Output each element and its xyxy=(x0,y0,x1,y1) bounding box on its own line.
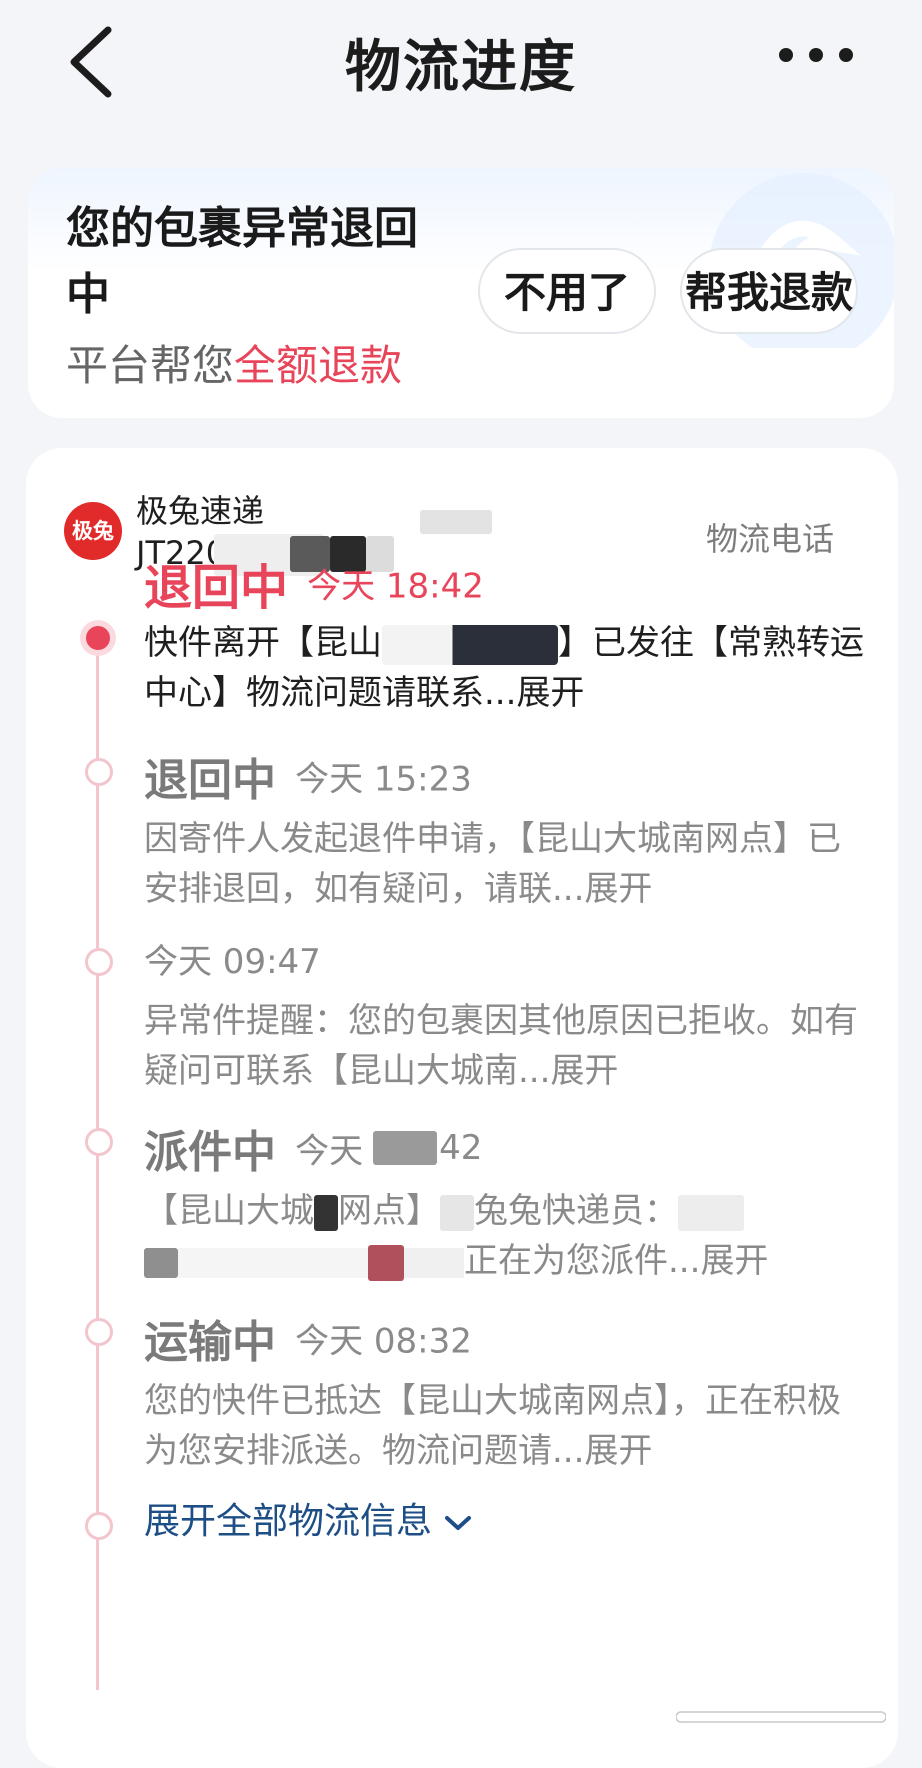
event-desc-text: 快件离开【昆山 xyxy=(144,623,382,663)
event-desc-text: 网点】 xyxy=(338,1191,440,1231)
expand-all-label: 展开全部物流信息 xyxy=(144,1501,433,1542)
timeline-dot xyxy=(85,1318,113,1346)
timeline-event[interactable]: 退回中 今天 18:42 快件离开【昆山 】已发往【常熟转运中心】物流问题请联系.… xyxy=(144,548,864,718)
decline-button[interactable]: 不用了 xyxy=(478,248,656,334)
event-desc-text: 因寄件人发起退件申请，【昆山大城南网点】已安排退回，如有疑问，请联... xyxy=(144,819,841,909)
logistics-card: 极兔 极兔速递 JT220 物流电话 退回中 今天 18:42 快件离开【昆山】… xyxy=(26,448,898,1768)
event-desc-text: 兔兔快递员： xyxy=(474,1191,678,1231)
event-description: 您的快件已抵达【昆山大城南网点】，正在积极为您安排派送。物流问题请...展开 xyxy=(144,1376,864,1476)
event-status: 派件中 xyxy=(144,1127,276,1178)
chevron-down-icon xyxy=(445,1516,472,1530)
timeline-dot xyxy=(85,948,113,976)
top-nav-bar: 物流进度 xyxy=(0,0,922,130)
timeline-dot xyxy=(85,758,113,786)
expand-link[interactable]: 展开 xyxy=(516,673,584,713)
refund-button[interactable]: 帮我退款 xyxy=(680,248,858,334)
redaction-mask xyxy=(382,624,558,665)
timeline-event[interactable]: 派件中 今天 42 【昆山大城 网点】 兔兔快递员： 正在为您派件...展开 xyxy=(144,1116,864,1286)
event-status: 运输中 xyxy=(144,1317,276,1368)
redaction-mask xyxy=(373,1131,438,1165)
event-description: 异常件提醒：您的包裹因其他原因已拒收。如有疑问可联系【昆山大城南...展开 xyxy=(144,996,864,1096)
timeline-dot xyxy=(85,1512,113,1540)
redaction-mask xyxy=(314,1194,338,1231)
redaction-mask xyxy=(440,1194,474,1231)
timeline-dot xyxy=(85,1128,113,1156)
timeline-event[interactable]: 运输中 今天 08:32 您的快件已抵达【昆山大城南网点】，正在积极为您安排派送… xyxy=(144,1306,864,1476)
banner-subtitle-text: 平台帮您 xyxy=(66,341,235,390)
event-description: 快件离开【昆山 】已发往【常熟转运中心】物流问题请联系...展开 xyxy=(144,618,864,718)
expand-link[interactable]: 展开 xyxy=(550,1051,618,1091)
event-time: 今天 08:32 xyxy=(295,1321,472,1362)
expand-link[interactable]: 展开 xyxy=(584,1431,652,1471)
carrier-name: 极兔速递 xyxy=(136,492,265,530)
expand-link[interactable]: 展开 xyxy=(700,1241,768,1281)
event-time: 今天 18:42 xyxy=(307,566,484,607)
carrier-logo: 极兔 xyxy=(64,502,122,560)
full-refund-highlight: 全额退款 xyxy=(234,341,403,390)
banner-subtitle: 平台帮您全额退款 xyxy=(66,332,402,393)
timeline-event[interactable]: 今天 09:47 异常件提醒：您的包裹因其他原因已拒收。如有疑问可联系【昆山大城… xyxy=(144,934,864,1096)
event-desc-text: 异常件提醒：您的包裹因其他原因已拒收。如有疑问可联系【昆山大城南... xyxy=(144,1001,858,1091)
event-time-suffix: 42 xyxy=(439,1128,483,1168)
banner-title: 您的包裹异常退回中 xyxy=(66,203,418,320)
redaction-mask xyxy=(678,1194,744,1231)
redaction-mask xyxy=(420,510,492,534)
home-indicator-icon xyxy=(676,1711,886,1723)
event-desc-text: 正在为您派件... xyxy=(464,1241,701,1281)
event-desc-text: 您的快件已抵达【昆山大城南网点】，正在积极为您安排派送。物流问题请... xyxy=(144,1381,841,1471)
redaction-mask xyxy=(368,1244,404,1281)
redaction-mask xyxy=(404,1247,464,1278)
timeline-dot-active xyxy=(86,626,110,650)
expand-link[interactable]: 展开 xyxy=(584,869,652,909)
event-status: 退回中 xyxy=(144,560,289,616)
event-status: 退回中 xyxy=(144,755,276,806)
event-time: 今天 xyxy=(295,1131,364,1172)
event-time: 今天 15:23 xyxy=(295,759,472,800)
redaction-mask xyxy=(178,1247,368,1278)
redaction-mask xyxy=(144,1247,178,1278)
event-time: 今天 09:47 xyxy=(144,942,321,982)
timeline-event[interactable]: 退回中 今天 15:23 因寄件人发起退件申请，【昆山大城南网点】已安排退回，如… xyxy=(144,744,864,914)
event-description: 【昆山大城 网点】 兔兔快递员： 正在为您派件...展开 xyxy=(144,1186,864,1286)
refund-banner: 您的包裹异常退回中 平台帮您全额退款 不用了 帮我退款 xyxy=(28,168,894,418)
event-description: 因寄件人发起退件申请，【昆山大城南网点】已安排退回，如有疑问，请联...展开 xyxy=(144,814,864,914)
event-desc-text: 【昆山大城 xyxy=(144,1191,314,1231)
expand-all-logistics-button[interactable]: 展开全部物流信息 xyxy=(144,1492,472,1544)
more-dots-icon[interactable] xyxy=(776,40,856,70)
